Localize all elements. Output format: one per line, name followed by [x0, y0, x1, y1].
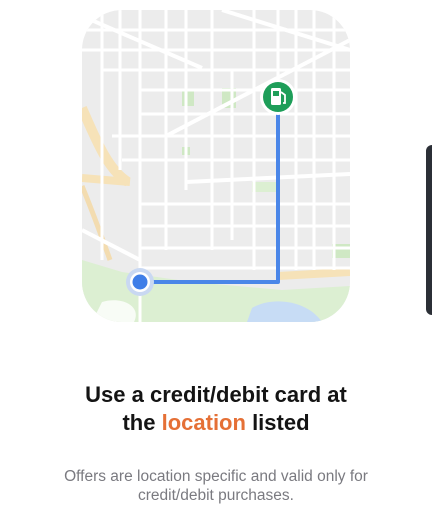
onboarding-screen: Use a credit/debit card at the location … — [0, 0, 432, 514]
description-text: Offers are location specific and valid o… — [64, 468, 368, 504]
current-location-dot-icon — [126, 268, 154, 296]
headline-listed: listed — [252, 410, 310, 435]
map-illustration — [82, 10, 350, 322]
headline-location-highlight: location — [161, 410, 246, 435]
side-panel-handle[interactable] — [426, 145, 432, 315]
page-title: Use a credit/debit card at the location … — [0, 381, 432, 437]
gas-station-icon — [260, 79, 296, 115]
headline-the: the — [122, 410, 156, 435]
headline-line-1: Use a credit/debit card at — [85, 382, 347, 407]
